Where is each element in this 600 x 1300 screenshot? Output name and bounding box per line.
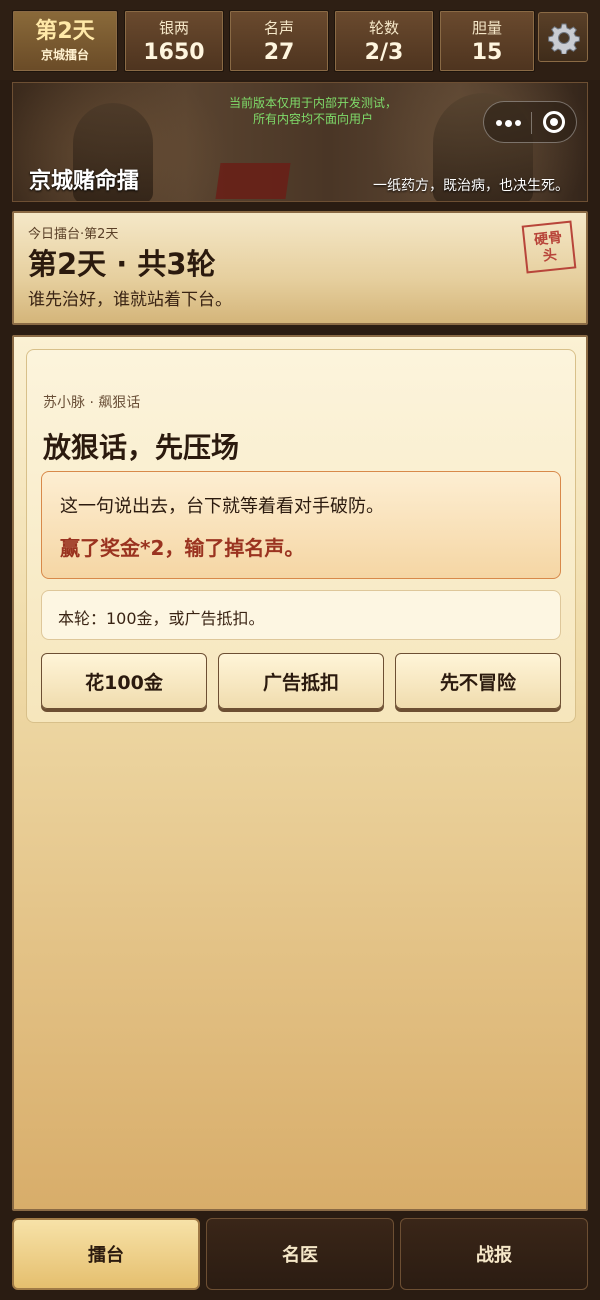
event-cost-text: 本轮：100金，或广告抵扣。 <box>58 609 265 628</box>
day-card-title: 第2天 · 共3轮 <box>28 247 216 281</box>
settings-button[interactable] <box>538 12 588 62</box>
stat-round-label: 轮数 <box>368 19 399 37</box>
arena-banner: 当前版本仅用于内部开发测试， 所有内容均不面向用户 京城赌命擂 一纸药方，既治病… <box>12 82 588 202</box>
day-card-caption: 今日擂台·第2天 <box>28 227 119 242</box>
main-panel: 苏小脉 · 飙狠话 放狠话，先压场 这一句说出去，台下就等着看对手破防。 赢了奖… <box>12 335 588 1211</box>
event-card: 苏小脉 · 飙狠话 放狠话，先压场 这一句说出去，台下就等着看对手破防。 赢了奖… <box>26 349 576 723</box>
stat-fame-value: 27 <box>263 40 295 65</box>
stamp-line2: 头 <box>542 247 558 265</box>
event-tag: 苏小脉 · 飙狠话 <box>43 395 141 411</box>
more-icon[interactable] <box>496 117 522 129</box>
capsule-divider <box>531 112 532 134</box>
event-title: 放狠话，先压场 <box>43 431 240 464</box>
day-header-card: 今日擂台·第2天 第2天 · 共3轮 谁先治好，谁就站着下台。 硬骨 头 <box>12 211 588 325</box>
event-cost-box: 本轮：100金，或广告抵扣。 <box>41 590 561 640</box>
stat-silver-label: 银两 <box>158 19 189 37</box>
nav-tab-doctors[interactable]: 名医 <box>206 1218 394 1290</box>
event-stakes: 赢了奖金*2，输了掉名声。 <box>60 536 305 560</box>
day-badge-title: 第2天 <box>35 19 95 44</box>
nav-tab-reports[interactable]: 战报 <box>400 1218 588 1290</box>
day-badge: 第2天 京城擂台 <box>12 10 118 72</box>
top-stats-bar: 第2天 京城擂台 银两 1650 名声 27 轮数 2/3 胆量 15 <box>0 0 600 80</box>
banner-title: 京城赌命擂 <box>29 169 140 194</box>
close-target-icon[interactable] <box>543 111 565 133</box>
ad-deduct-button[interactable]: 广告抵扣 <box>218 653 384 709</box>
banner-subtitle: 一纸药方，既治病，也决生死。 <box>373 178 569 194</box>
dev-test-notice: 当前版本仅用于内部开发测试， 所有内容均不面向用户 <box>188 95 438 127</box>
event-description: 这一句说出去，台下就等着看对手破防。 <box>60 496 384 517</box>
stat-fame-label: 名声 <box>263 19 294 37</box>
stat-silver: 银两 1650 <box>124 10 224 72</box>
dev-test-notice-line1: 当前版本仅用于内部开发测试， <box>228 96 397 110</box>
stat-silver-value: 1650 <box>143 40 205 65</box>
stat-courage-value: 15 <box>471 40 503 65</box>
event-description-box: 这一句说出去，台下就等着看对手破防。 赢了奖金*2，输了掉名声。 <box>41 471 561 579</box>
banner-red-cloth <box>215 163 291 199</box>
stat-courage: 胆量 15 <box>439 10 535 72</box>
tough-stamp: 硬骨 头 <box>521 220 577 274</box>
stat-fame: 名声 27 <box>229 10 329 72</box>
skip-risk-button[interactable]: 先不冒险 <box>395 653 561 709</box>
pay-gold-button[interactable]: 花100金 <box>41 653 207 709</box>
miniprogram-capsule <box>483 101 577 143</box>
stat-round: 轮数 2/3 <box>334 10 434 72</box>
stat-round-value: 2/3 <box>364 40 404 65</box>
day-card-subtitle: 谁先治好，谁就站着下台。 <box>28 290 232 310</box>
nav-tab-arena[interactable]: 擂台 <box>12 1218 200 1290</box>
dev-test-notice-line2: 所有内容均不面向用户 <box>252 112 373 126</box>
day-badge-subtitle: 京城擂台 <box>40 48 89 62</box>
gear-icon <box>548 23 580 54</box>
stat-courage-label: 胆量 <box>471 19 502 37</box>
